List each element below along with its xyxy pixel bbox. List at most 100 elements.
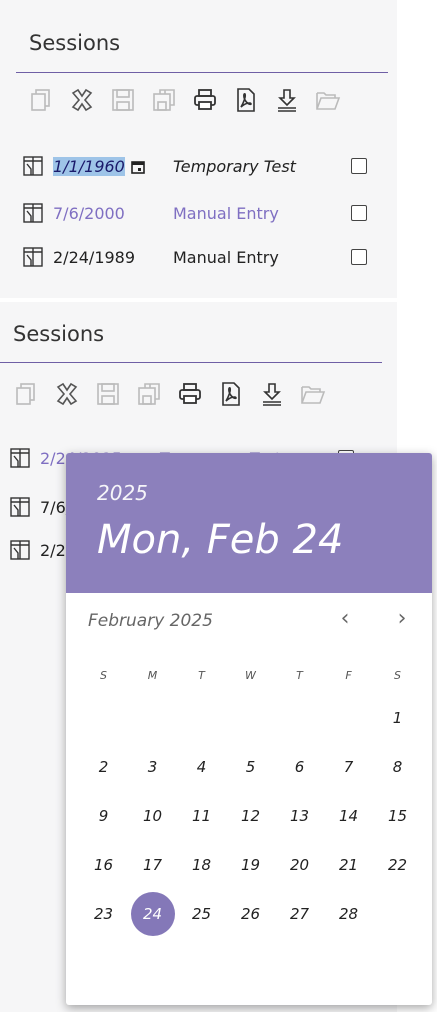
weekday-header: S M T W T F S	[79, 657, 422, 693]
delete-x-icon[interactable]	[68, 86, 96, 114]
day-cell[interactable]: 18	[177, 840, 226, 889]
calendar-week: 23 24 25 26 27 28	[79, 889, 422, 938]
day-cell[interactable]: 20	[275, 840, 324, 889]
pdf-icon[interactable]	[232, 86, 260, 114]
day-cell[interactable]: 14	[324, 791, 373, 840]
session-toolbar	[12, 380, 327, 408]
session-date[interactable]: 7/6/2000	[53, 204, 173, 223]
prev-month-button[interactable]: ‹	[332, 605, 358, 631]
session-date[interactable]: 1/1/1960	[53, 156, 125, 176]
print-icon[interactable]	[176, 380, 204, 408]
chevron-left-icon: ‹	[340, 605, 350, 631]
weekday-label: S	[100, 668, 107, 682]
day-cell[interactable]: 7	[324, 742, 373, 791]
calendar-week: 2 3 4 5 6 7 8	[79, 742, 422, 791]
calendar-week: 16 17 18 19 20 21 22	[79, 840, 422, 889]
day-cell[interactable]: 9	[79, 791, 128, 840]
day-cell[interactable]: 3	[128, 742, 177, 791]
pdf-icon[interactable]	[217, 380, 245, 408]
session-checkbox[interactable]	[351, 158, 367, 174]
open-folder-icon[interactable]	[314, 86, 342, 114]
session-checkbox[interactable]	[351, 205, 367, 221]
weekday-label: M	[147, 668, 158, 682]
day-cell-empty	[324, 693, 373, 742]
next-month-button[interactable]: ›	[389, 605, 415, 631]
day-cell[interactable]: 25	[177, 889, 226, 938]
save-as-icon[interactable]	[135, 380, 163, 408]
day-cell[interactable]: 28	[324, 889, 373, 938]
day-cell[interactable]: 1	[373, 693, 422, 742]
session-row[interactable]: 1/1/1960 Temporary Test	[23, 151, 367, 181]
sessions-panel-top: Sessions 1/1/1960 Temporary Test 7/6/200…	[0, 0, 397, 298]
day-cell[interactable]: 10	[128, 791, 177, 840]
save-as-icon[interactable]	[150, 86, 178, 114]
session-chart-icon	[10, 448, 30, 468]
day-cell[interactable]: 11	[177, 791, 226, 840]
day-cell[interactable]: 16	[79, 840, 128, 889]
session-chart-icon	[23, 203, 43, 223]
day-cell[interactable]: 5	[226, 742, 275, 791]
panel-divider	[16, 72, 388, 73]
delete-x-icon[interactable]	[53, 380, 81, 408]
weekday-label: T	[198, 668, 205, 682]
month-label: February 2025	[88, 611, 213, 631]
day-cell[interactable]: 2	[79, 742, 128, 791]
day-cell-empty	[177, 693, 226, 742]
copy-icon[interactable]	[27, 86, 55, 114]
day-cell[interactable]: 22	[373, 840, 422, 889]
date-picker: 2025 Mon, Feb 24 February 2025 ‹ › S M T…	[66, 453, 432, 1005]
open-folder-icon[interactable]	[299, 380, 327, 408]
session-type: Temporary Test	[173, 156, 296, 176]
session-row[interactable]: 2/24/1989 Manual Entry	[23, 242, 367, 272]
day-cell[interactable]: 13	[275, 791, 324, 840]
day-cell-empty	[275, 693, 324, 742]
picker-year[interactable]: 2025	[97, 481, 148, 505]
day-cell-empty	[128, 693, 177, 742]
calendar-week: 9 10 11 12 13 14 15	[79, 791, 422, 840]
panel-divider	[0, 362, 382, 363]
selected-day[interactable]: 24	[130, 891, 175, 936]
day-cell[interactable]: 4	[177, 742, 226, 791]
day-cell[interactable]: 23	[79, 889, 128, 938]
weekday-label: T	[296, 668, 303, 682]
session-chart-icon	[10, 540, 30, 560]
session-toolbar	[27, 86, 342, 114]
picker-selected-date: Mon, Feb 24	[97, 517, 344, 563]
calendar-icon[interactable]	[131, 160, 145, 174]
chevron-right-icon: ›	[397, 605, 407, 631]
day-cell[interactable]: 27	[275, 889, 324, 938]
save-icon[interactable]	[109, 86, 137, 114]
session-chart-icon	[23, 247, 43, 267]
session-date[interactable]: 2/24/1989	[53, 248, 173, 267]
day-cell-empty	[226, 693, 275, 742]
day-cell[interactable]: 8	[373, 742, 422, 791]
save-icon[interactable]	[94, 380, 122, 408]
day-cell[interactable]: 17	[128, 840, 177, 889]
panel-title: Sessions	[13, 322, 105, 346]
copy-icon[interactable]	[12, 380, 40, 408]
download-icon[interactable]	[258, 380, 286, 408]
day-cell[interactable]: 6	[275, 742, 324, 791]
day-cell-selected[interactable]: 24	[128, 889, 177, 938]
day-cell[interactable]: 19	[226, 840, 275, 889]
calendar-grid: S M T W T F S 1 2 3 4 5 6 7 8 9 10 11 12…	[79, 657, 422, 938]
day-cell-empty	[79, 693, 128, 742]
day-cell[interactable]: 26	[226, 889, 275, 938]
day-cell[interactable]: 21	[324, 840, 373, 889]
calendar-week: 1	[79, 693, 422, 742]
download-icon[interactable]	[273, 86, 301, 114]
session-chart-icon	[10, 497, 30, 517]
print-icon[interactable]	[191, 86, 219, 114]
session-row[interactable]: 7/6/2000 Manual Entry	[23, 198, 367, 228]
weekday-label: S	[394, 668, 401, 682]
session-chart-icon	[23, 156, 43, 176]
weekday-label: W	[245, 668, 256, 682]
session-type: Manual Entry	[173, 203, 279, 223]
panel-title: Sessions	[29, 31, 121, 55]
session-type: Manual Entry	[173, 247, 279, 267]
day-cell[interactable]: 15	[373, 791, 422, 840]
date-picker-header: 2025 Mon, Feb 24	[66, 453, 432, 593]
session-checkbox[interactable]	[351, 249, 367, 265]
day-cell[interactable]: 12	[226, 791, 275, 840]
weekday-label: F	[345, 668, 352, 682]
